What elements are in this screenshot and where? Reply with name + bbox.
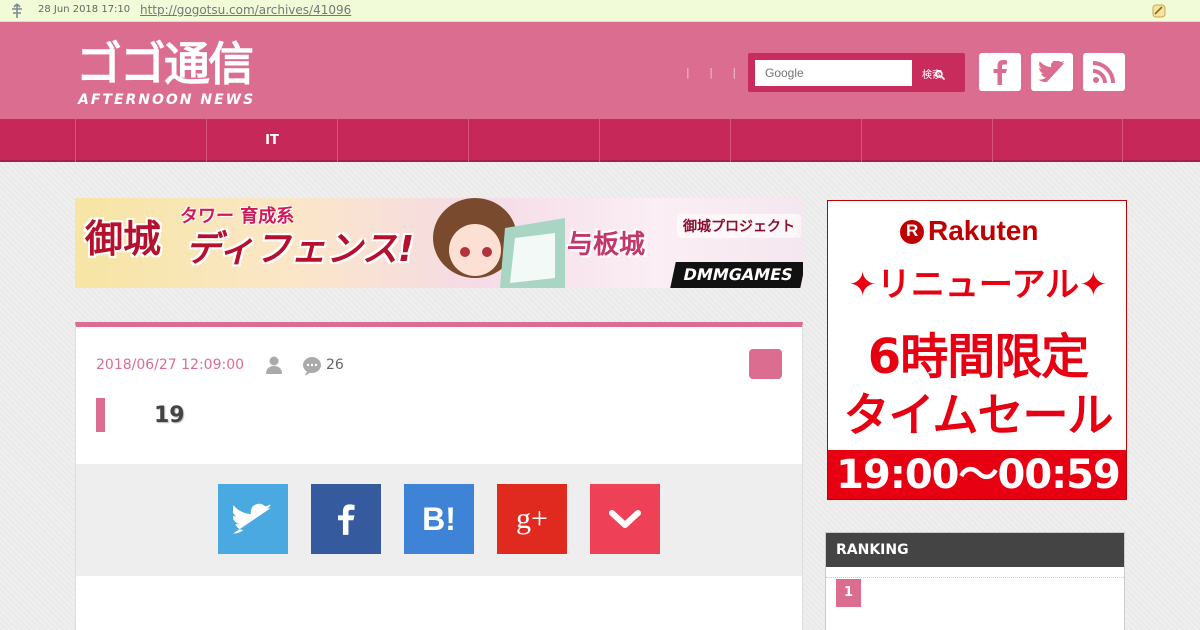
nav-item-5[interactable] xyxy=(599,119,730,162)
rss-button[interactable] xyxy=(1083,53,1125,91)
hatena-icon: B! xyxy=(422,500,456,537)
article-title: 19 xyxy=(154,403,185,428)
nav-item-4[interactable] xyxy=(468,119,599,162)
comment-count[interactable]: 26 xyxy=(326,357,344,373)
search-box: 検索 xyxy=(748,53,965,92)
header-links[interactable]: | | | xyxy=(686,66,744,79)
main-nav: IT xyxy=(0,119,1200,162)
ranking-heading: RANKING xyxy=(826,533,1124,567)
author-icon[interactable] xyxy=(264,355,284,375)
rakuten-time-range: 19:00〜00:59 xyxy=(828,450,1126,499)
banner-castle-name: 与板城 xyxy=(567,230,646,260)
banner-character-illustration xyxy=(433,198,565,288)
rss-icon xyxy=(1092,61,1115,84)
nav-item-it[interactable]: IT xyxy=(206,119,337,162)
site-header: ゴゴ通信 AFTERNOON NEWS | | | 検索 xyxy=(0,22,1200,119)
ranking-divider xyxy=(826,577,1124,578)
category-badge[interactable] xyxy=(749,349,782,379)
archive-icon[interactable] xyxy=(9,3,25,19)
twitter-icon xyxy=(1038,61,1065,83)
twitter-icon xyxy=(233,503,272,534)
nav-item-7[interactable] xyxy=(861,119,992,162)
search-icon xyxy=(935,70,945,80)
archive-bar: 28 Jun 2018 17:10 http://gogotsu.com/arc… xyxy=(0,0,1200,22)
facebook-button[interactable] xyxy=(979,53,1021,91)
rakuten-ad[interactable]: R Rakuten ✦リニューアル✦ 6時間限定 タイムセール 19:00〜00… xyxy=(827,200,1127,500)
comment-icon[interactable] xyxy=(302,356,322,376)
nav-item-1[interactable] xyxy=(75,119,206,162)
share-area: B! g+ xyxy=(76,464,802,576)
share-pocket-button[interactable] xyxy=(590,484,660,554)
share-facebook-button[interactable] xyxy=(311,484,381,554)
ranking-widget: RANKING 1 xyxy=(825,532,1125,630)
site-logo[interactable]: ゴゴ通信 AFTERNOON NEWS xyxy=(76,38,308,110)
nav-item-3[interactable] xyxy=(337,119,468,162)
nav-item-6[interactable] xyxy=(730,119,861,162)
rank-number-badge: 1 xyxy=(836,579,861,607)
google-plus-icon: g+ xyxy=(516,502,548,535)
article-date: 2018/06/27 12:09:00 xyxy=(96,357,245,373)
search-button[interactable]: 検索 xyxy=(917,60,951,86)
rakuten-logo-text: Rakuten xyxy=(928,215,1039,246)
article-card: 2018/06/27 12:09:00 26 19 B! g+ xyxy=(75,322,803,630)
share-google-plus-button[interactable]: g+ xyxy=(497,484,567,554)
logo-sub-text: AFTERNOON NEWS xyxy=(78,92,256,108)
facebook-icon xyxy=(993,60,1007,85)
rakuten-sale-text: タイムセール xyxy=(843,388,1113,442)
share-hatena-button[interactable]: B! xyxy=(404,484,474,554)
rakuten-renewal-text: ✦リニューアル✦ xyxy=(848,265,1108,305)
pencil-icon[interactable] xyxy=(1150,2,1168,20)
banner-brand: DMMGAMES xyxy=(670,262,803,288)
banner-title-left: 御城 xyxy=(85,217,162,261)
facebook-icon xyxy=(338,504,355,535)
banner-title-right: ディフェンス! xyxy=(185,229,415,270)
nav-item-8[interactable] xyxy=(992,119,1123,162)
title-accent-bar xyxy=(96,398,105,432)
search-input[interactable] xyxy=(755,60,912,86)
pocket-icon xyxy=(609,510,641,528)
rakuten-limited-text: 6時間限定 xyxy=(867,329,1089,385)
game-banner-ad[interactable]: タワー 育成系 御城 ディフェンス! 与板城 御城プロジェクト DMMGAMES xyxy=(75,198,803,288)
twitter-button[interactable] xyxy=(1031,53,1073,91)
logo-main-text: ゴゴ通信 xyxy=(76,37,254,91)
banner-game-logo: 御城プロジェクト xyxy=(677,214,801,238)
archive-url-link[interactable]: http://gogotsu.com/archives/41096 xyxy=(140,3,351,17)
archive-date: 28 Jun 2018 17:10 xyxy=(38,4,131,15)
share-twitter-button[interactable] xyxy=(218,484,288,554)
rakuten-logo-letter: R xyxy=(906,221,919,240)
